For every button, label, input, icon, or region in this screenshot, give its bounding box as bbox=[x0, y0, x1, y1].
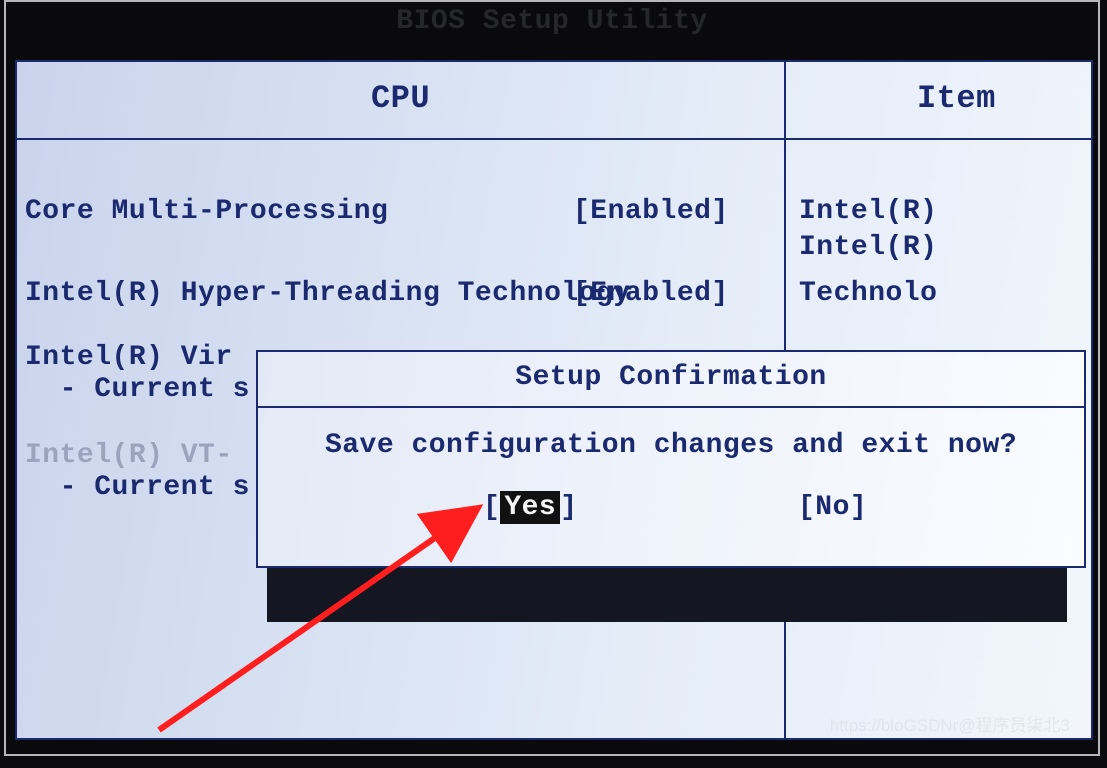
bios-screen: CPU Item Core Multi-Processing [Enabled]… bbox=[15, 60, 1093, 740]
help-line-2: Intel(R) bbox=[799, 232, 937, 263]
dialog-separator bbox=[258, 406, 1084, 408]
header-item: Item bbox=[917, 80, 996, 117]
setting-virtualization[interactable]: Intel(R) Vir bbox=[25, 342, 233, 373]
setting-core-mp[interactable]: Core Multi-Processing bbox=[25, 196, 388, 227]
setting-core-mp-value[interactable]: [Enabled] bbox=[573, 196, 729, 227]
no-button[interactable]: [No] bbox=[798, 492, 867, 523]
bios-header: CPU Item bbox=[17, 62, 1091, 140]
yes-close-bracket: ] bbox=[560, 492, 577, 523]
setting-vt-sub: - Current s bbox=[25, 472, 250, 503]
confirmation-dialog: Setup Confirmation Save configuration ch… bbox=[256, 350, 1086, 568]
dialog-title: Setup Confirmation bbox=[258, 362, 1084, 393]
setting-virtualization-sub: - Current s bbox=[25, 374, 250, 405]
setting-vt: Intel(R) VT- bbox=[25, 440, 233, 471]
yes-button-label: Yes bbox=[500, 491, 560, 524]
setting-hyperthreading[interactable]: Intel(R) Hyper-Threading Technology bbox=[25, 278, 631, 309]
yes-button[interactable]: [Yes] bbox=[483, 492, 578, 523]
help-line-1: Intel(R) bbox=[799, 196, 937, 227]
photo-frame: BIOS Setup Utility CPU Item Core Multi-P… bbox=[4, 0, 1100, 756]
setting-hyperthreading-value[interactable]: [Enabled] bbox=[573, 278, 729, 309]
yes-open-bracket: [ bbox=[483, 492, 500, 523]
dialog-message: Save configuration changes and exit now? bbox=[258, 430, 1084, 461]
utility-title: BIOS Setup Utility bbox=[6, 6, 1098, 37]
help-line-3: Technolo bbox=[799, 278, 937, 309]
header-cpu: CPU bbox=[17, 80, 784, 117]
watermark-text: https://bloGSDNr@程序员柒北3 bbox=[830, 711, 1070, 736]
